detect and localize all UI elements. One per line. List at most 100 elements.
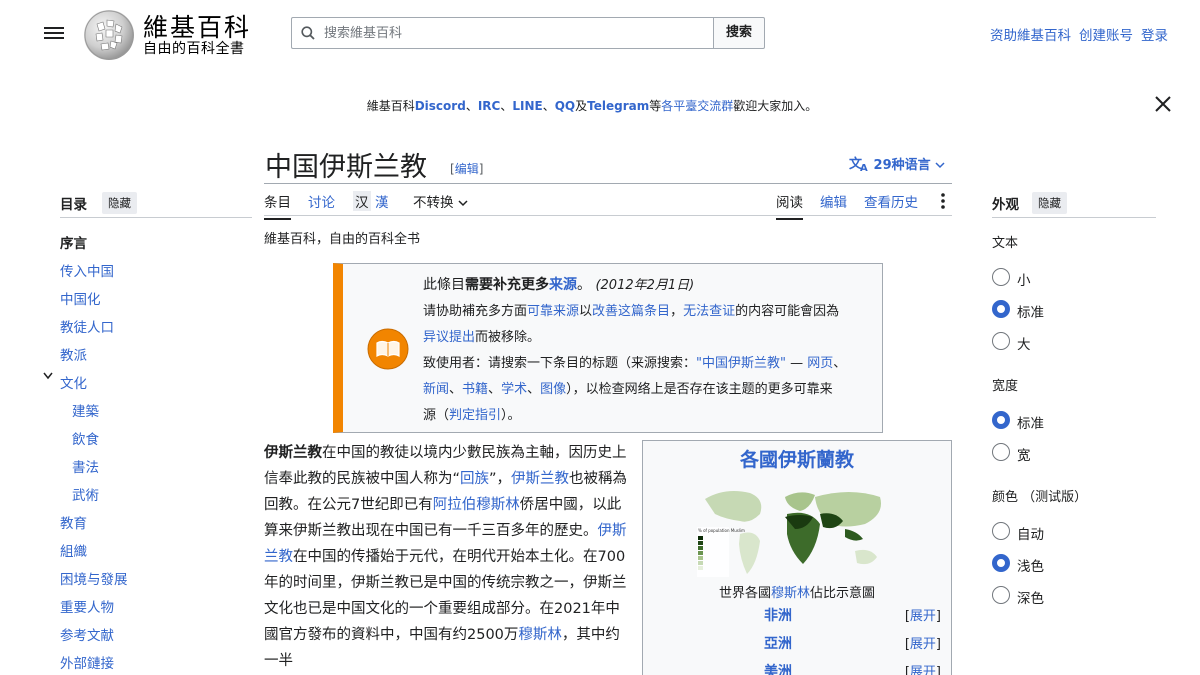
region-link[interactable]: 非洲 bbox=[643, 605, 913, 625]
translate-icon: 文 A bbox=[849, 156, 868, 174]
site-subtitle: 維基百科，自由的百科全书 bbox=[264, 232, 421, 247]
toc-subitem[interactable]: 建築 bbox=[72, 400, 99, 420]
radio-label: 标准 bbox=[1017, 305, 1044, 321]
search-input[interactable] bbox=[324, 21, 704, 45]
notice-text-part: 的内容可能會因為 bbox=[735, 304, 840, 319]
expand-toggle[interactable]: [展开] bbox=[905, 605, 941, 624]
verifiability-link[interactable]: 无法查证 bbox=[683, 304, 735, 319]
login-link[interactable]: 登录 bbox=[1141, 28, 1168, 44]
radio-width-standard[interactable] bbox=[992, 411, 1010, 429]
radio-color-dark[interactable] bbox=[992, 586, 1010, 604]
toc-subitem[interactable]: 飲食 bbox=[72, 428, 99, 448]
notice-irc-link[interactable]: IRC bbox=[478, 99, 501, 113]
article-body: 伊斯兰教在中国的教徒以境内少數民族為主軸，因历史上信奉此教的民族被中国人称为“回… bbox=[264, 440, 630, 674]
expand-toggle[interactable]: [展开] bbox=[905, 661, 941, 675]
search-scholar-link[interactable]: 学术 bbox=[501, 382, 527, 397]
toc-subitem[interactable]: 武術 bbox=[72, 484, 99, 504]
search-web-link[interactable]: 网页 bbox=[807, 356, 833, 371]
notice-text-part: ），以检查网络上是否存在该主题的更多可靠来 bbox=[566, 382, 833, 397]
toc-item[interactable]: 外部鏈接 bbox=[60, 652, 114, 672]
bold-term: 伊斯兰教 bbox=[264, 445, 322, 461]
search-books-link[interactable]: 书籍 bbox=[462, 382, 488, 397]
region-link[interactable]: 亞洲 bbox=[643, 633, 913, 653]
user-links: 资助維基百科 创建账号 登录 bbox=[982, 24, 1168, 44]
tab-article[interactable]: 条目 bbox=[264, 191, 291, 220]
width-label: 宽度 bbox=[992, 379, 1019, 394]
caption-text: 佔比示意圖 bbox=[810, 586, 876, 601]
radio-text-standard[interactable] bbox=[992, 300, 1010, 318]
tab-history[interactable]: 查看历史 bbox=[864, 191, 918, 211]
sources-link[interactable]: 来源 bbox=[549, 277, 577, 293]
appearance-title: 外观 bbox=[992, 197, 1019, 213]
language-button[interactable]: 文 A 29种语言 bbox=[849, 154, 945, 174]
radio-width-wide[interactable] bbox=[992, 443, 1010, 461]
toc-hide-button[interactable]: 隐藏 bbox=[102, 192, 137, 214]
main-menu-icon[interactable] bbox=[44, 24, 64, 42]
infobox: 各國伊斯蘭教 % of population Muslim 世界各國穆斯林佔比示… bbox=[642, 440, 952, 675]
radio-text-small[interactable] bbox=[992, 268, 1010, 286]
toc-item[interactable]: 困境与發展 bbox=[60, 568, 128, 588]
toc-item[interactable]: 参考文献 bbox=[60, 624, 114, 644]
guideline-link[interactable]: 判定指引 bbox=[449, 408, 501, 423]
search-button[interactable]: 搜索 bbox=[713, 17, 765, 49]
tab-talk[interactable]: 讨论 bbox=[308, 191, 335, 211]
create-account-link[interactable]: 创建账号 bbox=[1079, 28, 1133, 44]
search-images-link[interactable]: 图像 bbox=[540, 382, 566, 397]
toc-item[interactable]: 重要人物 bbox=[60, 596, 114, 616]
toc-item[interactable]: 教派 bbox=[60, 344, 87, 364]
challenged-link[interactable]: 异议提出 bbox=[423, 330, 475, 345]
muslims-link[interactable]: 穆斯林 bbox=[771, 586, 810, 601]
notice-text-part: 需要补充更多 bbox=[465, 277, 549, 293]
radio-color-light[interactable] bbox=[992, 554, 1010, 572]
title-edit-link[interactable]: [编辑] bbox=[450, 160, 483, 177]
notice-line-link[interactable]: LINE bbox=[512, 99, 542, 113]
toc-title: 目录 bbox=[60, 197, 87, 213]
improve-article-link[interactable]: 改善这篇条目 bbox=[592, 304, 670, 319]
appearance-divider bbox=[992, 217, 1156, 218]
radio-label: 浅色 bbox=[1017, 559, 1044, 575]
notice-groups-link[interactable]: 各平臺交流群 bbox=[661, 99, 733, 113]
toc-item-culture[interactable]: 文化 bbox=[60, 372, 87, 392]
infobox-caption: 世界各國穆斯林佔比示意圖 bbox=[643, 582, 951, 601]
notice-text-part: ， bbox=[670, 304, 684, 319]
source-search-link[interactable]: "中国伊斯兰教" bbox=[696, 356, 786, 371]
islam-link[interactable]: 伊斯兰教 bbox=[511, 471, 569, 487]
search-news-link[interactable]: 新闻 bbox=[423, 382, 449, 397]
muslims-link[interactable]: 穆斯林 bbox=[518, 627, 562, 643]
toc-item[interactable]: 传入中国 bbox=[60, 260, 114, 280]
toc-item-intro[interactable]: 序言 bbox=[60, 232, 87, 252]
notice-qq-link[interactable]: QQ bbox=[555, 99, 575, 113]
radio-label: 小 bbox=[1017, 273, 1031, 289]
notice-discord-link[interactable]: Discord bbox=[415, 99, 466, 113]
close-icon[interactable] bbox=[1154, 95, 1172, 113]
toc-item[interactable]: 教育 bbox=[60, 512, 87, 532]
arab-muslims-link[interactable]: 阿拉伯穆斯林 bbox=[433, 497, 520, 513]
hui-people-link[interactable]: 回族 bbox=[460, 471, 489, 487]
tab-read[interactable]: 阅读 bbox=[776, 191, 803, 220]
toc-subitem[interactable]: 書法 bbox=[72, 456, 99, 476]
radio-color-auto[interactable] bbox=[992, 522, 1010, 540]
wikipedia-globe-logo[interactable] bbox=[84, 10, 134, 60]
tab-variant-hant[interactable]: 漢 bbox=[375, 191, 389, 211]
world-map-image[interactable]: % of population Muslim bbox=[695, 479, 895, 581]
chevron-down-icon[interactable] bbox=[43, 372, 53, 380]
notice-telegram-link[interactable]: Telegram bbox=[587, 99, 649, 113]
tab-edit[interactable]: 编辑 bbox=[820, 191, 847, 211]
radio-text-large[interactable] bbox=[992, 332, 1010, 350]
reliable-sources-link[interactable]: 可靠来源 bbox=[527, 304, 579, 319]
toc-item[interactable]: 組織 bbox=[60, 540, 87, 560]
site-notice: 維基百科Discord、IRC、LINE、QQ及Telegram等各平臺交流群歡… bbox=[0, 97, 1184, 114]
toc-item[interactable]: 教徒人口 bbox=[60, 316, 114, 336]
toc-item[interactable]: 中国化 bbox=[60, 288, 101, 308]
variant-dropdown[interactable]: 不转换 bbox=[413, 191, 468, 211]
donate-link[interactable]: 资助維基百科 bbox=[990, 28, 1071, 44]
body-text: ”， bbox=[489, 471, 512, 487]
expand-toggle[interactable]: [展开] bbox=[905, 633, 941, 652]
appearance-hide-button[interactable]: 隐藏 bbox=[1032, 192, 1067, 214]
infobox-title[interactable]: 各國伊斯蘭教 bbox=[643, 445, 951, 472]
notice-text-part: 请协助補充多方面 bbox=[423, 304, 528, 319]
notice-text-part: 以 bbox=[579, 304, 593, 319]
region-link[interactable]: 美洲 bbox=[643, 661, 913, 675]
more-actions-icon[interactable] bbox=[939, 192, 947, 210]
tab-variant-hans[interactable]: 汉 bbox=[353, 191, 371, 211]
